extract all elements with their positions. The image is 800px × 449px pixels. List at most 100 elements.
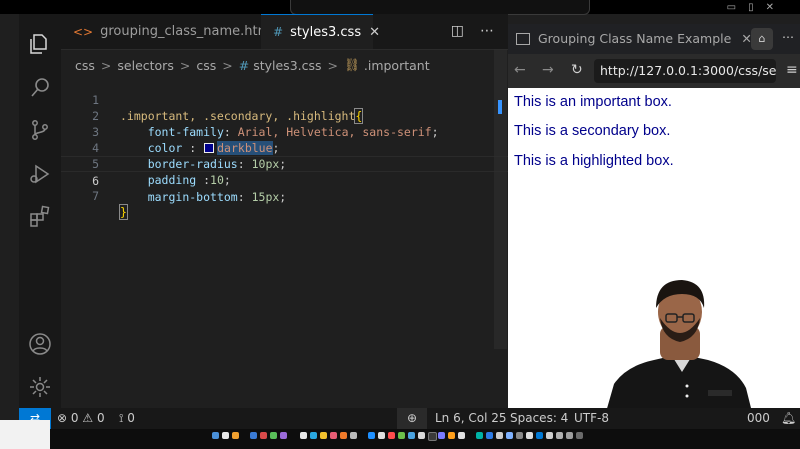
tab-label: grouping_class_name.html bbox=[100, 24, 274, 39]
run-debug-icon[interactable] bbox=[28, 162, 52, 186]
code-line[interactable]: 5 padding :10; bbox=[61, 140, 508, 187]
scroll-marker bbox=[498, 100, 502, 114]
account-icon[interactable] bbox=[28, 332, 52, 356]
dock-app-icon[interactable] bbox=[310, 432, 317, 439]
dock-app-icon[interactable] bbox=[270, 432, 277, 439]
error-icon: ⊗ bbox=[57, 411, 68, 425]
editor-tab-bar: <> grouping_class_name.html # styles3.cs… bbox=[61, 14, 508, 50]
extensions-icon[interactable] bbox=[28, 204, 52, 228]
problems-indicator[interactable]: ⊗ 0 ⚠ 0 bbox=[57, 411, 105, 425]
indentation[interactable]: Spaces: 4 bbox=[510, 411, 568, 425]
activity-bar bbox=[19, 14, 61, 408]
url-input[interactable]: http://127.0.0.1:3000/css/selectors bbox=[594, 59, 776, 83]
line-number: 7 bbox=[92, 189, 99, 203]
menu-icon[interactable]: ≡ bbox=[786, 62, 798, 78]
code-line[interactable]: 2 font-family: Arial, Helvetica, sans-se… bbox=[61, 92, 508, 139]
more-actions-icon[interactable]: ⋯ bbox=[480, 23, 494, 39]
dock-app-icon[interactable] bbox=[280, 432, 287, 439]
dock-app-icon[interactable] bbox=[546, 432, 553, 439]
gear-icon[interactable] bbox=[28, 375, 52, 399]
dock-edge bbox=[0, 420, 50, 449]
live-server-port[interactable]: 000 bbox=[747, 411, 770, 425]
html-file-icon: <> bbox=[73, 24, 94, 39]
breadcrumb-separator: > bbox=[327, 57, 338, 73]
window-controls[interactable]: ▭▯✕ bbox=[727, 2, 786, 13]
dock-app-icon[interactable] bbox=[556, 432, 563, 439]
dock-app-icon[interactable] bbox=[260, 432, 267, 439]
source-control-icon[interactable] bbox=[28, 118, 52, 142]
search-icon[interactable] bbox=[28, 76, 52, 100]
dock-app-icon[interactable] bbox=[222, 432, 229, 439]
css-value: 15px bbox=[251, 190, 280, 204]
breadcrumb: css > selectors > css > # styles3.css > … bbox=[75, 56, 430, 74]
browser-nav-bar: ← → ↻ http://127.0.0.1:3000/css/selector… bbox=[508, 54, 800, 88]
dock-app-icon[interactable] bbox=[350, 432, 357, 439]
zoom-icon[interactable]: ⊕ bbox=[397, 408, 427, 429]
dock-app-icon[interactable] bbox=[378, 432, 385, 439]
dock-app-icon[interactable] bbox=[212, 432, 219, 439]
encoding[interactable]: UTF-8 bbox=[574, 411, 609, 425]
dock-app-icon[interactable] bbox=[250, 432, 257, 439]
dock-app-icon[interactable] bbox=[368, 432, 375, 439]
split-editor-icon[interactable]: ◫ bbox=[451, 23, 464, 39]
warning-count: 0 bbox=[96, 411, 105, 425]
notifications-icon[interactable]: 🔔︎ bbox=[781, 411, 796, 425]
tab-grouping-html[interactable]: <> grouping_class_name.html bbox=[73, 14, 274, 49]
breadcrumb-item[interactable]: css bbox=[75, 58, 95, 73]
secondary-box: This is a secondary box. bbox=[514, 123, 671, 139]
dock-app-icon[interactable] bbox=[458, 432, 465, 439]
dock-app-icon[interactable] bbox=[506, 432, 513, 439]
semicolon: ; bbox=[279, 190, 287, 204]
command-center[interactable] bbox=[290, 0, 590, 15]
dock-app-icon[interactable] bbox=[418, 432, 425, 439]
dock-app-icon[interactable] bbox=[232, 432, 239, 439]
dock-app-icon[interactable] bbox=[388, 432, 395, 439]
lock-icon[interactable]: ⌂ bbox=[751, 28, 773, 50]
dock-app-icon[interactable] bbox=[496, 432, 503, 439]
browser-tab[interactable]: Grouping Class Name Example ✕ bbox=[516, 31, 752, 46]
code-line[interactable]: 7 } bbox=[61, 172, 508, 220]
dock-app-icon[interactable] bbox=[320, 432, 327, 439]
ports-indicator[interactable]: ⟟ 0 bbox=[119, 411, 135, 426]
close-icon[interactable]: ✕ bbox=[369, 25, 380, 40]
breadcrumb-item[interactable]: css bbox=[196, 58, 216, 73]
forward-arrow-icon[interactable]: → bbox=[542, 62, 554, 78]
breadcrumb-separator: > bbox=[100, 57, 112, 73]
dock-app-icon[interactable] bbox=[476, 432, 483, 439]
dock-app-icon[interactable] bbox=[448, 432, 455, 439]
dock-app-icon[interactable] bbox=[566, 432, 573, 439]
dock-app-icon[interactable] bbox=[516, 432, 523, 439]
breadcrumb-separator: > bbox=[179, 57, 191, 73]
browser-tab-title: Grouping Class Name Example bbox=[538, 31, 732, 46]
tab-styles3-css[interactable]: # styles3.css ✕ bbox=[261, 14, 380, 49]
code-line[interactable]: 4 border-radius: 10px; bbox=[61, 124, 508, 171]
breadcrumb-separator: > bbox=[222, 57, 233, 73]
dock-app-icon[interactable] bbox=[526, 432, 533, 439]
code-line-current[interactable]: 6 margin-bottom: 15px; bbox=[61, 156, 508, 204]
breadcrumb-item[interactable]: selectors bbox=[117, 58, 173, 73]
editor-actions: ◫ ⋯ bbox=[451, 23, 494, 39]
dock-app-icon[interactable] bbox=[486, 432, 493, 439]
breadcrumb-item[interactable]: .important bbox=[364, 58, 430, 73]
dock-app-icon[interactable] bbox=[428, 432, 437, 441]
reload-icon[interactable]: ↻ bbox=[571, 62, 583, 78]
breadcrumb-item[interactable]: styles3.css bbox=[253, 58, 321, 73]
dock-app-icon[interactable] bbox=[398, 432, 405, 439]
css-hash-icon: # bbox=[238, 57, 250, 73]
more-actions-icon[interactable]: ⋯ bbox=[782, 30, 794, 44]
editor-scrollbar[interactable] bbox=[494, 49, 507, 349]
dock-app-icon[interactable] bbox=[330, 432, 337, 439]
dock-app-icon[interactable] bbox=[408, 432, 415, 439]
back-arrow-icon[interactable]: ← bbox=[514, 62, 526, 78]
dock-app-icon[interactable] bbox=[576, 432, 583, 439]
css-property: margin-bottom bbox=[147, 190, 238, 204]
code-line[interactable]: 1 .important, .secondary, .highlight{ bbox=[61, 76, 508, 124]
browser-preview-icon bbox=[516, 32, 530, 45]
dock-app-icon[interactable] bbox=[300, 432, 307, 439]
cursor-position[interactable]: Ln 6, Col 25 bbox=[435, 411, 507, 425]
dock-app-icon[interactable] bbox=[438, 432, 445, 439]
explorer-icon[interactable] bbox=[28, 32, 52, 56]
dock-app-icon[interactable] bbox=[340, 432, 347, 439]
code-line[interactable]: 3 color : darkblue; bbox=[61, 108, 508, 155]
dock-app-icon[interactable] bbox=[536, 432, 543, 439]
